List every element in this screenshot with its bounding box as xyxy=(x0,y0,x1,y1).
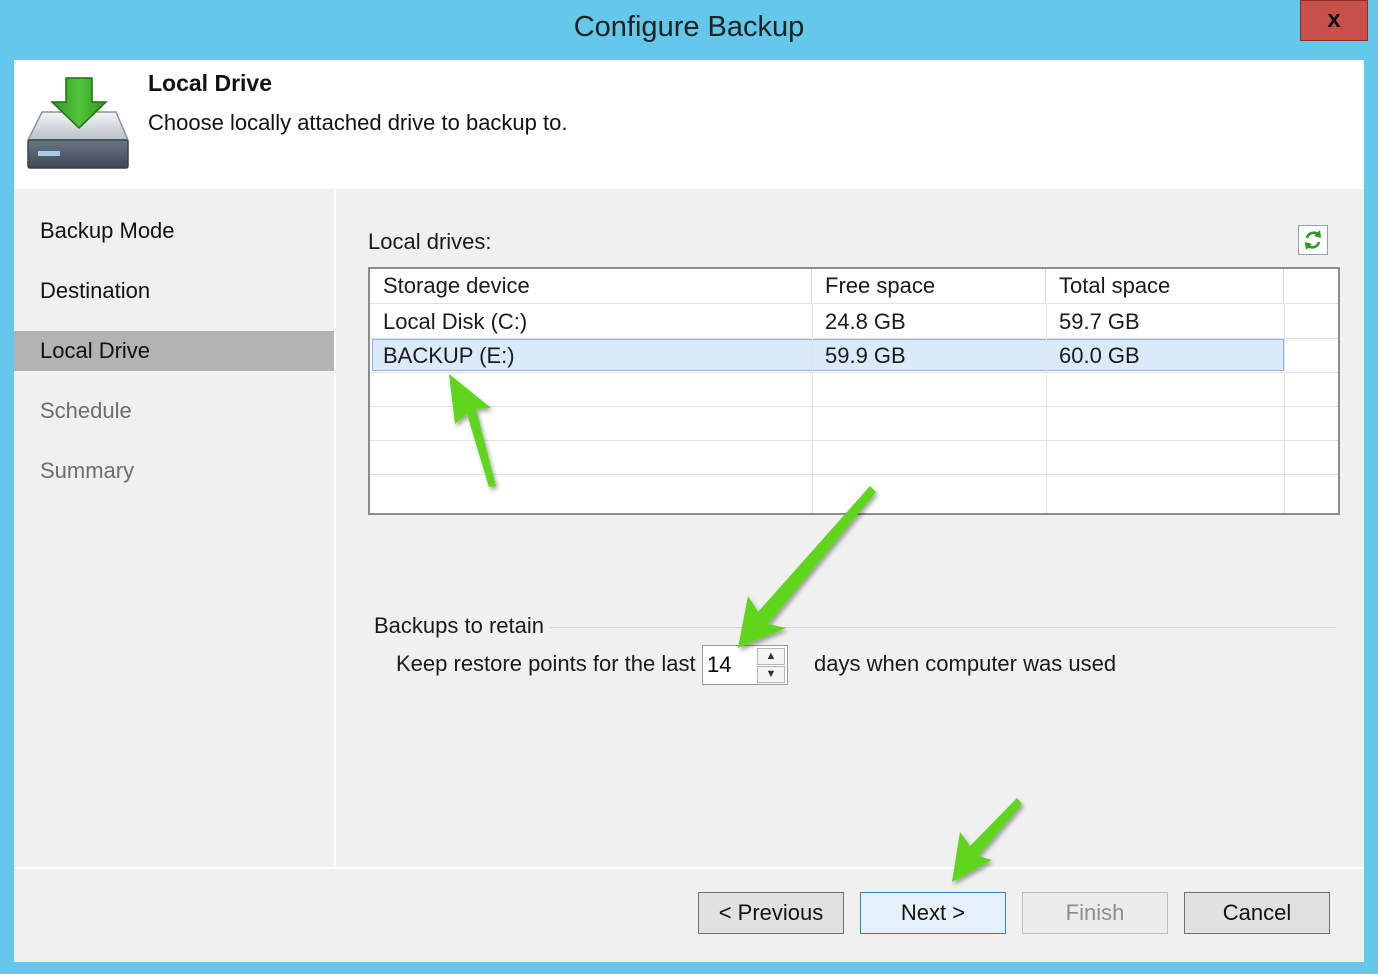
dialog-client: Local Drive Choose locally attached driv… xyxy=(14,60,1364,962)
group-divider xyxy=(550,627,1336,628)
days-suffix-label: days when computer was used xyxy=(814,651,1117,676)
nav-item-backup-mode[interactable]: Backup Mode xyxy=(14,211,334,251)
table-gridline xyxy=(370,440,1338,441)
nav-item-summary: Summary xyxy=(40,458,135,483)
next-button[interactable]: Next > xyxy=(860,892,1006,934)
window-title: Configure Backup xyxy=(573,11,805,43)
table-gridline xyxy=(812,303,813,513)
title-bar: Configure Backup x xyxy=(0,0,1378,60)
table-row-e-free[interactable]: 59.9 GB xyxy=(812,339,1046,373)
previous-button[interactable]: < Previous xyxy=(698,892,844,934)
table-gridline xyxy=(370,406,1338,407)
table-gridline xyxy=(370,338,1338,339)
table-row-c-free[interactable]: 24.8 GB xyxy=(812,305,1046,339)
retention-days-stepper[interactable]: ▲ ▼ xyxy=(702,645,788,685)
finish-button: Finish xyxy=(1022,892,1168,934)
column-header-storage[interactable]: Storage device xyxy=(370,269,812,303)
spin-up-button[interactable]: ▲ xyxy=(757,648,785,665)
table-gridline xyxy=(1046,303,1047,513)
wizard-content: Local drives: Storage device Free space … xyxy=(336,189,1364,865)
keep-restore-label: Keep restore points for the last xyxy=(396,651,696,676)
column-header-total[interactable]: Total space xyxy=(1046,269,1284,303)
table-row-e-device[interactable]: BACKUP (E:) xyxy=(370,339,812,373)
nav-item-destination[interactable]: Destination xyxy=(14,271,334,311)
drives-table: Storage device Free space Total space Lo… xyxy=(368,267,1340,515)
header-subtitle: Choose locally attached drive to backup … xyxy=(148,110,568,135)
spin-down-button[interactable]: ▼ xyxy=(757,666,785,683)
table-row-c-device[interactable]: Local Disk (C:) xyxy=(370,305,812,339)
wizard-steps: Backup Mode Destination Local Drive Sche… xyxy=(14,189,336,865)
wizard-header: Local Drive Choose locally attached driv… xyxy=(14,60,1364,189)
close-button[interactable]: x xyxy=(1300,0,1368,41)
cancel-button[interactable]: Cancel xyxy=(1184,892,1330,934)
table-gridline xyxy=(370,372,1338,373)
drive-download-icon xyxy=(26,77,130,169)
table-row-c-total[interactable]: 59.7 GB xyxy=(1046,305,1284,339)
header-title: Local Drive xyxy=(148,70,272,96)
refresh-button[interactable] xyxy=(1298,225,1328,255)
table-row-e-total[interactable]: 60.0 GB xyxy=(1046,339,1284,373)
nav-item-local-drive[interactable]: Local Drive xyxy=(14,331,334,371)
local-drives-label: Local drives: xyxy=(368,229,492,254)
table-gridline xyxy=(1284,303,1285,513)
column-header-free[interactable]: Free space xyxy=(812,269,1046,303)
table-gridline xyxy=(370,303,1338,304)
retention-days-input[interactable] xyxy=(703,646,755,684)
refresh-icon xyxy=(1305,230,1321,250)
table-gridline xyxy=(370,474,1338,475)
retention-group-label: Backups to retain xyxy=(374,613,544,638)
nav-item-schedule: Schedule xyxy=(40,398,132,423)
wizard-footer: < Previous Next > Finish Cancel xyxy=(14,867,1364,962)
